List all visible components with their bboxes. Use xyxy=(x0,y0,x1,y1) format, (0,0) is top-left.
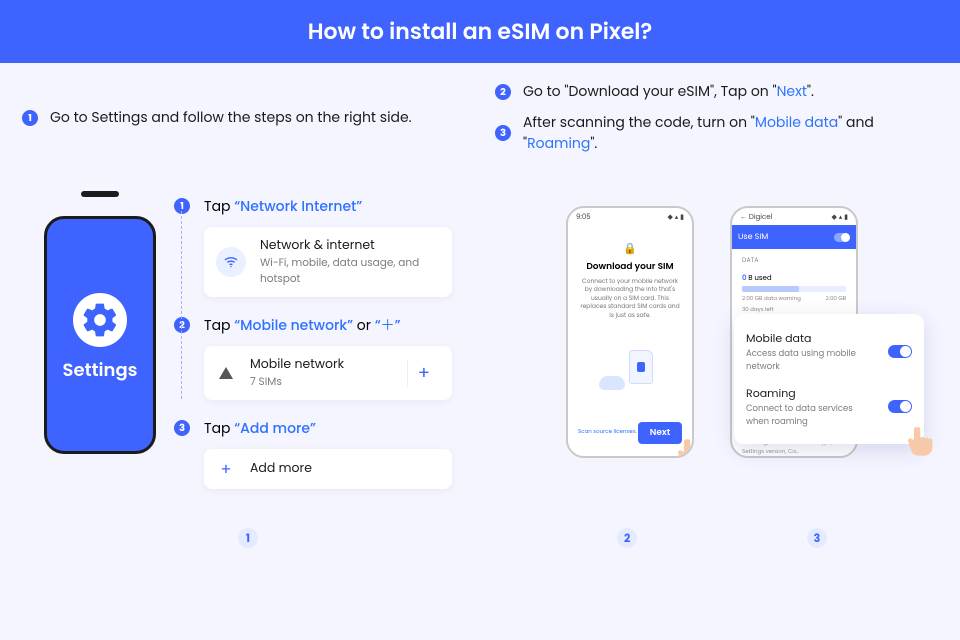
intro-text: Go to "Download your eSIM", Tap on "Next… xyxy=(523,81,814,102)
status-bar: 9:05 ◆ ▴ ▮ xyxy=(568,208,692,223)
tile-sub: 7 SIMs xyxy=(250,374,393,390)
tile-sub: Wi-Fi, mobile, data usage, and hotspot xyxy=(260,255,440,287)
roaming-toggle[interactable] xyxy=(888,400,912,413)
panels: Settings 1 Tap “Network Internet” xyxy=(0,168,960,584)
intro-bullet-1: 1 Go to Settings and follow the steps on… xyxy=(22,107,465,128)
bullet-badge: 3 xyxy=(495,125,511,141)
use-sim-row[interactable]: Use SIM xyxy=(730,225,858,249)
step-badge: 1 xyxy=(174,198,190,214)
panel-badge-2: 2 xyxy=(617,528,637,548)
step-label: Tap “Network Internet” xyxy=(204,196,452,217)
panel-left: Settings 1 Tap “Network Internet” xyxy=(22,168,474,562)
panel-right: 9:05 ◆ ▴ ▮ 🔒 Download your SIM Connect t… xyxy=(486,168,938,562)
wifi-icon xyxy=(216,247,246,277)
status-bar: ← Digicel ◆ ▴ ▮ xyxy=(732,208,856,223)
roaming-row[interactable]: Roaming Connect to data services when ro… xyxy=(746,379,912,434)
intro-left: 1 Go to Settings and follow the steps on… xyxy=(22,81,465,154)
tile-title: Mobile network xyxy=(250,356,393,374)
status-icons: ◆ ▴ ▮ xyxy=(832,213,849,223)
section-data: Data xyxy=(742,253,846,268)
step-badge: 2 xyxy=(174,317,190,333)
bullet-badge: 2 xyxy=(495,84,511,100)
signal-icon xyxy=(216,363,236,383)
mobile-network-tile[interactable]: Mobile network 7 SIMs + xyxy=(204,346,452,400)
status-icons: ◆ ▴ ▮ xyxy=(668,213,685,223)
lock-icon: 🔒 xyxy=(623,241,637,255)
settings-label: Settings xyxy=(63,357,138,384)
bullet-badge: 1 xyxy=(22,110,38,126)
mobile-data-row[interactable]: Mobile data Access data using mobile net… xyxy=(746,324,912,379)
mobile-data-link: Mobile data xyxy=(755,112,838,132)
panel-badge-1: 1 xyxy=(238,528,258,548)
intro-bullet-2: 2 Go to "Download your eSIM", Tap on "Ne… xyxy=(495,81,938,102)
step-badge: 3 xyxy=(174,420,190,436)
toggles-overlay: Mobile data Access data using mobile net… xyxy=(734,314,924,444)
data-gauge xyxy=(742,286,846,292)
tile-title: Add more xyxy=(250,460,440,478)
page-title: How to install an eSIM on Pixel? xyxy=(308,15,653,48)
step-3: 3 Tap “Add more” + Add more xyxy=(174,418,452,489)
download-sim-desc: Connect to your mobile network by downlo… xyxy=(578,278,682,320)
sim-illustration xyxy=(595,350,665,390)
mobile-data-toggle[interactable] xyxy=(888,345,912,358)
phone-notch xyxy=(81,191,119,197)
intro-right: 2 Go to "Download your eSIM", Tap on "Ne… xyxy=(495,81,938,154)
pointer-hand-icon xyxy=(904,423,938,464)
panel-badge-3: 3 xyxy=(807,528,827,548)
settings-phone: Settings xyxy=(44,216,156,454)
intro-text: After scanning the code, turn on "Mobile… xyxy=(523,112,938,154)
add-sim-plus-icon[interactable]: + xyxy=(407,360,440,387)
use-sim-toggle[interactable] xyxy=(834,233,850,242)
header: How to install an eSIM on Pixel? xyxy=(0,0,960,63)
download-sim-phone: 9:05 ◆ ▴ ▮ 🔒 Download your SIM Connect t… xyxy=(566,206,694,458)
intro-text: Go to Settings and follow the steps on t… xyxy=(50,107,412,128)
pointer-hand-icon xyxy=(674,435,694,458)
roaming-link: Roaming xyxy=(527,133,590,153)
step-label: Tap “Add more” xyxy=(204,418,452,439)
step-label: Tap “Mobile network” or “＋” xyxy=(204,315,452,336)
network-internet-tile[interactable]: Network & internet Wi-Fi, mobile, data u… xyxy=(204,227,452,297)
steps-list: 1 Tap “Network Internet” Network & inter… xyxy=(174,196,452,489)
intro-section: 1 Go to Settings and follow the steps on… xyxy=(0,63,960,168)
tile-title: Network & internet xyxy=(260,237,440,255)
add-more-tile[interactable]: + Add more xyxy=(204,449,452,489)
step-connector xyxy=(181,206,182,399)
step-2: 2 Tap “Mobile network” or “＋” Mobile net… xyxy=(174,315,452,400)
step-1: 1 Tap “Network Internet” Network & inter… xyxy=(174,196,452,297)
next-link: Next xyxy=(777,81,807,101)
intro-bullet-3: 3 After scanning the code, turn on "Mobi… xyxy=(495,112,938,154)
plus-icon: + xyxy=(216,459,236,479)
download-sim-title: Download your SIM xyxy=(578,261,682,274)
settings-gear-icon xyxy=(73,293,127,347)
